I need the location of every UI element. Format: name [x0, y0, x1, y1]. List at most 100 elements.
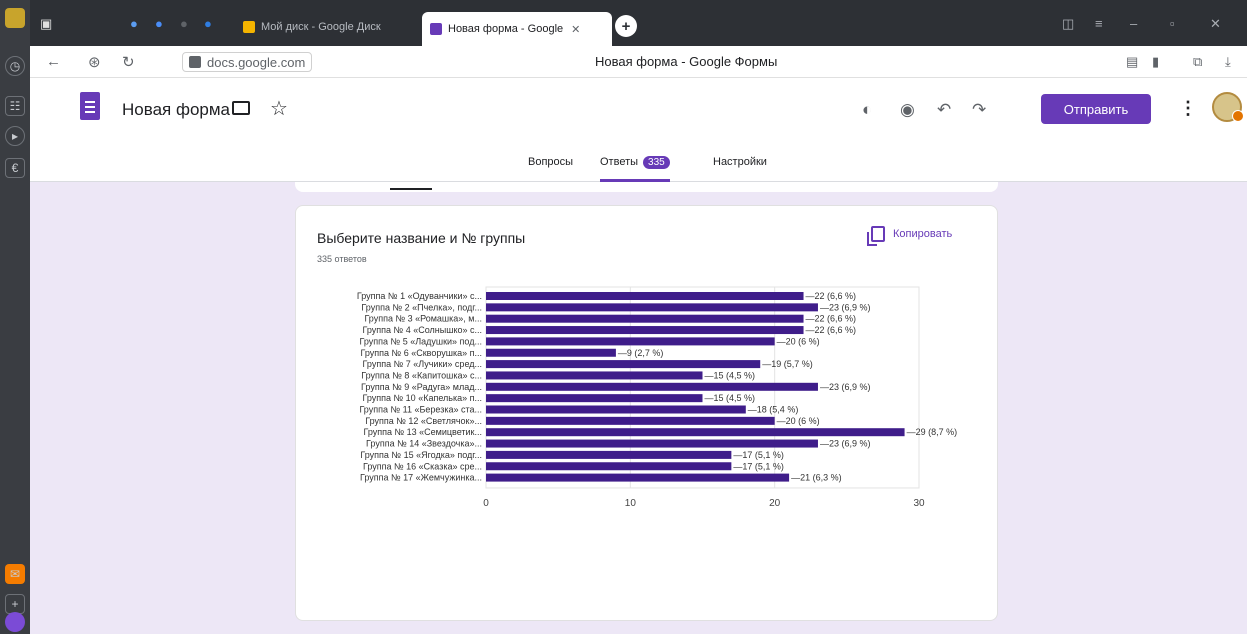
bar	[486, 428, 905, 437]
tab-forms[interactable]: Новая форма - Google ✕	[422, 12, 612, 46]
category-label: Группа № 10 «Капелька» п...	[363, 393, 483, 403]
question-summary-card: Выберите название и № группы 335 ответов…	[295, 205, 998, 621]
category-label: Группа № 3 «Ромашка», м...	[364, 314, 482, 324]
category-label: Группа № 9 «Радуга» млад...	[361, 382, 482, 392]
category-label: Группа № 13 «Семицветик...	[363, 427, 482, 437]
bar	[486, 371, 703, 380]
url-field[interactable]: docs.google.com	[182, 52, 313, 72]
category-label: Группа № 8 «Капитошка» с...	[361, 370, 482, 380]
form-tabs: Вопросы Ответы 335 Настройки	[30, 150, 1247, 182]
menu-icon[interactable]: ▣	[40, 16, 52, 32]
protect-icon[interactable]: ⊛	[88, 53, 101, 71]
data-label: —23 (6,9 %)	[820, 382, 871, 392]
data-label: —15 (4,5 %)	[705, 370, 756, 380]
back-icon[interactable]: ←	[46, 53, 61, 70]
undo-icon[interactable]: ↶	[937, 100, 951, 120]
category-label: Группа № 1 «Одуванчики» с...	[357, 291, 482, 301]
data-label: —23 (6,9 %)	[820, 439, 871, 449]
data-label: —22 (6,6 %)	[806, 291, 857, 301]
form-title[interactable]: Новая форма	[122, 100, 230, 120]
data-label: —22 (6,6 %)	[806, 325, 857, 335]
avatar[interactable]	[1212, 92, 1244, 122]
category-label: Группа № 2 «Пчелка», подг...	[361, 302, 482, 312]
bar	[486, 292, 804, 300]
pinned-tab-icon[interactable]: ●	[155, 16, 163, 31]
data-label: —22 (6,6 %)	[806, 314, 857, 324]
data-label: —23 (6,9 %)	[820, 302, 871, 312]
tab-settings[interactable]: Настройки	[713, 156, 767, 182]
folder-icon[interactable]	[232, 101, 250, 115]
add-panel-icon[interactable]: +	[5, 594, 25, 614]
bar	[486, 439, 818, 448]
send-button[interactable]: Отправить	[1041, 94, 1151, 124]
category-label: Группа № 5 «Ладушки» под...	[360, 336, 482, 346]
star-icon[interactable]: ☆	[270, 96, 288, 121]
more-vert-icon[interactable]: ⋮	[1179, 98, 1197, 119]
notification-badge	[1232, 110, 1244, 122]
address-bar-row: ← ⊛ ↻ docs.google.com Новая форма - Goog…	[30, 46, 1247, 78]
category-label: Группа № 7 «Лучики» сред...	[363, 359, 482, 369]
bookmarks-icon[interactable]: ☷	[5, 96, 25, 116]
bar	[486, 314, 804, 323]
media-icon[interactable]: ▸	[5, 126, 25, 146]
bar	[486, 416, 775, 425]
extensions-icon[interactable]: ⧉	[1193, 54, 1202, 70]
bookmark-icon[interactable]: ▮	[1152, 54, 1159, 70]
category-label: Группа № 6 «Скворушка» п...	[361, 348, 482, 358]
new-tab-button[interactable]: +	[615, 15, 637, 37]
previous-card	[295, 182, 998, 192]
browser-sidebar: ◷ ☷ ▸ € ✉ +	[0, 0, 30, 634]
maximize-icon[interactable]: ▫	[1170, 16, 1175, 31]
data-label: —21 (6,3 %)	[791, 473, 842, 483]
page-title: Новая форма - Google Формы	[595, 54, 778, 69]
download-icon[interactable]: ⤓	[1225, 54, 1231, 70]
reload-icon[interactable]: ↻	[122, 53, 135, 71]
data-label: —15 (4,5 %)	[705, 393, 756, 403]
browser-logo-icon[interactable]	[5, 8, 25, 28]
bar	[486, 326, 804, 335]
tab-drive[interactable]: Мой диск - Google Диск	[235, 14, 389, 40]
settings-menu-icon[interactable]: ≡	[1095, 16, 1103, 31]
data-label: —18 (5,4 %)	[748, 405, 799, 415]
browser-tab-strip: ▣ ● ● ● ● Мой диск - Google Диск Новая ф…	[30, 0, 1247, 46]
palette-icon[interactable]: ◐	[862, 100, 872, 120]
data-label: —17 (5,1 %)	[733, 461, 784, 471]
answers-count-badge: 335	[643, 156, 670, 169]
category-label: Группа № 16 «Сказка» сре...	[363, 461, 482, 471]
bar	[486, 337, 775, 346]
pinned-tab-icon[interactable]: ●	[204, 16, 212, 31]
bar	[486, 348, 616, 357]
category-label: Группа № 4 «Солнышко» с...	[363, 325, 482, 335]
reader-icon[interactable]: ▤	[1126, 54, 1138, 70]
pinned-tab-icon[interactable]: ●	[180, 16, 188, 31]
forms-logo-icon[interactable]	[80, 92, 100, 120]
drive-icon	[243, 21, 255, 33]
minimize-icon[interactable]: –	[1130, 16, 1137, 31]
preview-icon[interactable]: ◉	[900, 100, 915, 120]
tab-list-icon[interactable]: ◫	[1062, 16, 1074, 32]
data-label: —20 (6 %)	[777, 416, 820, 426]
category-label: Группа № 14 «Звездочка»...	[366, 439, 482, 449]
bar-chart: 0 10 20 30 Группа № 1 «Одуванчики» с... —22 (…	[357, 286, 958, 509]
redo-icon[interactable]: ↷	[972, 100, 986, 120]
divider	[390, 188, 432, 190]
history-icon[interactable]: ◷	[5, 56, 25, 76]
data-label: —29 (8,7 %)	[907, 427, 958, 437]
assistant-icon[interactable]	[5, 612, 25, 632]
category-label: Группа № 11 «Березка» ста...	[359, 405, 482, 415]
bar	[486, 473, 790, 482]
bar	[486, 394, 703, 403]
tab-questions[interactable]: Вопросы	[528, 156, 573, 182]
bar	[486, 303, 818, 312]
close-window-icon[interactable]: ✕	[1210, 16, 1221, 32]
close-tab-icon[interactable]: ✕	[571, 23, 580, 36]
x-tick-label: 30	[913, 498, 925, 509]
wallet-icon[interactable]: €	[5, 158, 25, 178]
mail-icon[interactable]: ✉	[5, 564, 25, 584]
lock-icon	[189, 56, 201, 68]
tab-answers[interactable]: Ответы 335	[600, 156, 670, 182]
pinned-tab-icon[interactable]: ●	[130, 16, 138, 31]
data-label: —20 (6 %)	[777, 336, 820, 346]
bar	[486, 450, 732, 459]
forms-header: Новая форма ☆ ◐ ◉ ↶ ↷ Отправить ⋮ Вопрос…	[30, 78, 1247, 182]
